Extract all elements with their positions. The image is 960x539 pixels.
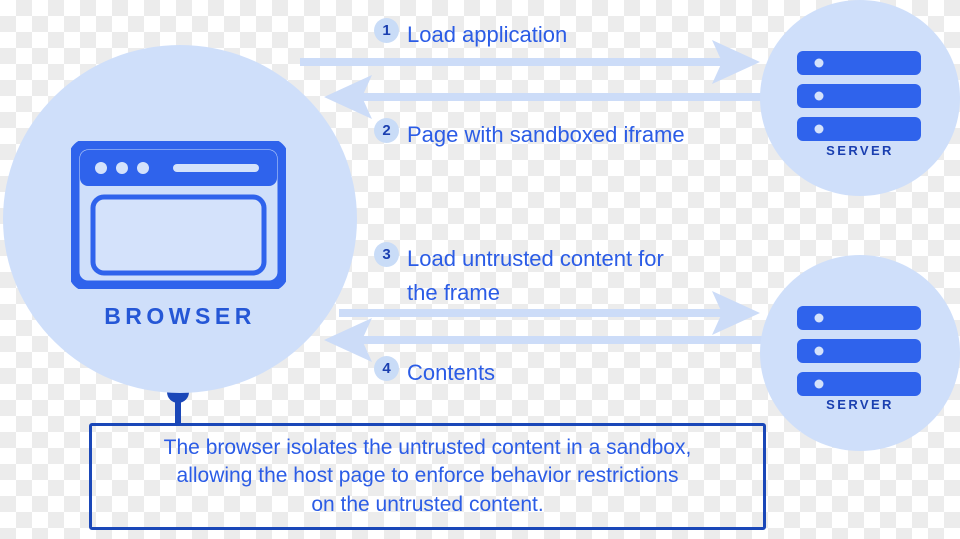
- step-3-label: Load untrusted content for the frame: [407, 246, 664, 306]
- step-4-label: Contents: [407, 360, 496, 385]
- server-rack-icon-2: [797, 306, 921, 396]
- browser-node-label: BROWSER: [104, 303, 256, 329]
- step-3-number-badge: 3: [374, 242, 399, 267]
- step-3: 3 Load untrusted content for the frame: [374, 242, 704, 310]
- step-2-label: Page with sandboxed iframe: [407, 122, 685, 147]
- diagram-canvas: BROWSER SERVER SERVER 1 Load application: [0, 0, 960, 539]
- step-1: 1 Load application: [374, 18, 567, 52]
- step-2: 2 Page with sandboxed iframe: [374, 118, 685, 152]
- callout-box: The browser isolates the untrusted conte…: [89, 423, 766, 530]
- step-1-number-badge: 1: [374, 18, 399, 43]
- server-node-2-label: SERVER: [826, 397, 894, 412]
- step-2-number-badge: 2: [374, 118, 399, 143]
- step-1-label: Load application: [407, 22, 568, 47]
- server-rack-icon-1: [797, 51, 921, 141]
- step-4: 4 Contents: [374, 356, 495, 390]
- browser-window-icon: [68, 138, 289, 292]
- arrow-left-icon-step-2: [324, 75, 762, 119]
- server-node-1-label: SERVER: [826, 143, 894, 158]
- callout-text: The browser isolates the untrusted conte…: [163, 435, 692, 516]
- step-4-number-badge: 4: [374, 356, 399, 381]
